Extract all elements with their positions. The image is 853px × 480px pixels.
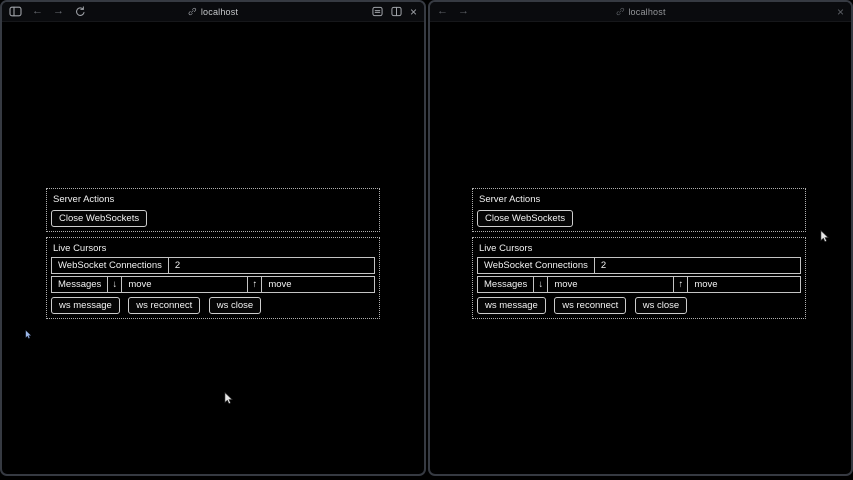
outgoing-message-value: move bbox=[688, 277, 801, 293]
incoming-message-value: move bbox=[548, 277, 674, 293]
forward-icon[interactable]: → bbox=[53, 6, 64, 17]
connections-value: 2 bbox=[168, 258, 374, 274]
close-icon[interactable]: × bbox=[410, 6, 417, 18]
live-cursors-section: Live Cursors WebSocket Connections 2 Mes… bbox=[472, 237, 806, 319]
page-content: Server Actions Close WebSockets Live Cur… bbox=[472, 188, 806, 319]
live-cursors-heading: Live Cursors bbox=[53, 243, 375, 254]
server-actions-heading: Server Actions bbox=[479, 194, 801, 205]
back-icon[interactable]: ← bbox=[32, 6, 43, 17]
ws-reconnect-button[interactable]: ws reconnect bbox=[554, 297, 626, 314]
page-content: Server Actions Close WebSockets Live Cur… bbox=[46, 188, 380, 319]
address-bar[interactable]: localhost bbox=[615, 2, 665, 21]
arrow-up-icon: ↑ bbox=[674, 277, 688, 293]
page-title: localhost bbox=[201, 7, 238, 17]
table-row: WebSocket Connections 2 bbox=[52, 258, 375, 274]
page-title: localhost bbox=[628, 7, 665, 17]
server-actions-section: Server Actions Close WebSockets bbox=[46, 188, 380, 232]
table-row: WebSocket Connections 2 bbox=[478, 258, 801, 274]
incoming-message-value: move bbox=[122, 277, 248, 293]
arrow-down-icon: ↓ bbox=[108, 277, 122, 293]
desktop: { "browser": { "title": "localhost", "ic… bbox=[0, 0, 853, 480]
ws-reconnect-button[interactable]: ws reconnect bbox=[128, 297, 200, 314]
arrow-down-icon: ↓ bbox=[534, 277, 548, 293]
link-icon bbox=[188, 7, 197, 16]
live-cursors-section: Live Cursors WebSocket Connections 2 Mes… bbox=[46, 237, 380, 319]
ws-close-button[interactable]: ws close bbox=[209, 297, 261, 314]
split-view-icon[interactable] bbox=[391, 6, 402, 17]
link-icon bbox=[615, 7, 624, 16]
ws-buttons-row: ws message ws reconnect ws close bbox=[51, 295, 375, 314]
connections-label: WebSocket Connections bbox=[478, 258, 595, 274]
reload-icon[interactable] bbox=[74, 6, 85, 17]
connections-table: WebSocket Connections 2 bbox=[51, 257, 375, 274]
browser-window-right: ← → localhost × Server Actions Close Web… bbox=[428, 0, 853, 476]
toolbar-left: ← → bbox=[437, 6, 469, 17]
browser-window-left: ← → localhost × Server Actions Close Web… bbox=[0, 0, 426, 476]
connections-table: WebSocket Connections 2 bbox=[477, 257, 801, 274]
server-actions-heading: Server Actions bbox=[53, 194, 375, 205]
ws-message-button[interactable]: ws message bbox=[51, 297, 120, 314]
ws-buttons-row: ws message ws reconnect ws close bbox=[477, 295, 801, 314]
arrow-up-icon: ↑ bbox=[248, 277, 262, 293]
table-row: Messages ↓ move ↑ move bbox=[52, 277, 375, 293]
titlebar: ← → localhost × bbox=[430, 2, 851, 22]
pointer-cursor bbox=[820, 230, 831, 243]
toolbar-left: ← → bbox=[9, 6, 85, 17]
server-actions-section: Server Actions Close WebSockets bbox=[472, 188, 806, 232]
sidebar-toggle-icon[interactable] bbox=[9, 6, 22, 17]
back-icon[interactable]: ← bbox=[437, 6, 448, 17]
live-cursors-heading: Live Cursors bbox=[479, 243, 801, 254]
reader-view-icon[interactable] bbox=[372, 6, 383, 17]
address-bar[interactable]: localhost bbox=[188, 2, 238, 21]
close-websockets-button[interactable]: Close WebSockets bbox=[477, 210, 573, 227]
table-row: Messages ↓ move ↑ move bbox=[478, 277, 801, 293]
messages-table: Messages ↓ move ↑ move bbox=[477, 276, 801, 293]
titlebar: ← → localhost × bbox=[2, 2, 424, 22]
toolbar-right: × bbox=[837, 6, 844, 18]
forward-icon[interactable]: → bbox=[458, 6, 469, 17]
toolbar-right: × bbox=[372, 6, 417, 18]
remote-live-cursor bbox=[25, 330, 33, 339]
close-websockets-button[interactable]: Close WebSockets bbox=[51, 210, 147, 227]
connections-value: 2 bbox=[594, 258, 800, 274]
messages-label: Messages bbox=[478, 277, 534, 293]
close-icon[interactable]: × bbox=[837, 6, 844, 18]
ws-message-button[interactable]: ws message bbox=[477, 297, 546, 314]
connections-label: WebSocket Connections bbox=[52, 258, 169, 274]
messages-table: Messages ↓ move ↑ move bbox=[51, 276, 375, 293]
outgoing-message-value: move bbox=[262, 277, 375, 293]
ws-close-button[interactable]: ws close bbox=[635, 297, 687, 314]
messages-label: Messages bbox=[52, 277, 108, 293]
pointer-cursor bbox=[224, 392, 235, 405]
